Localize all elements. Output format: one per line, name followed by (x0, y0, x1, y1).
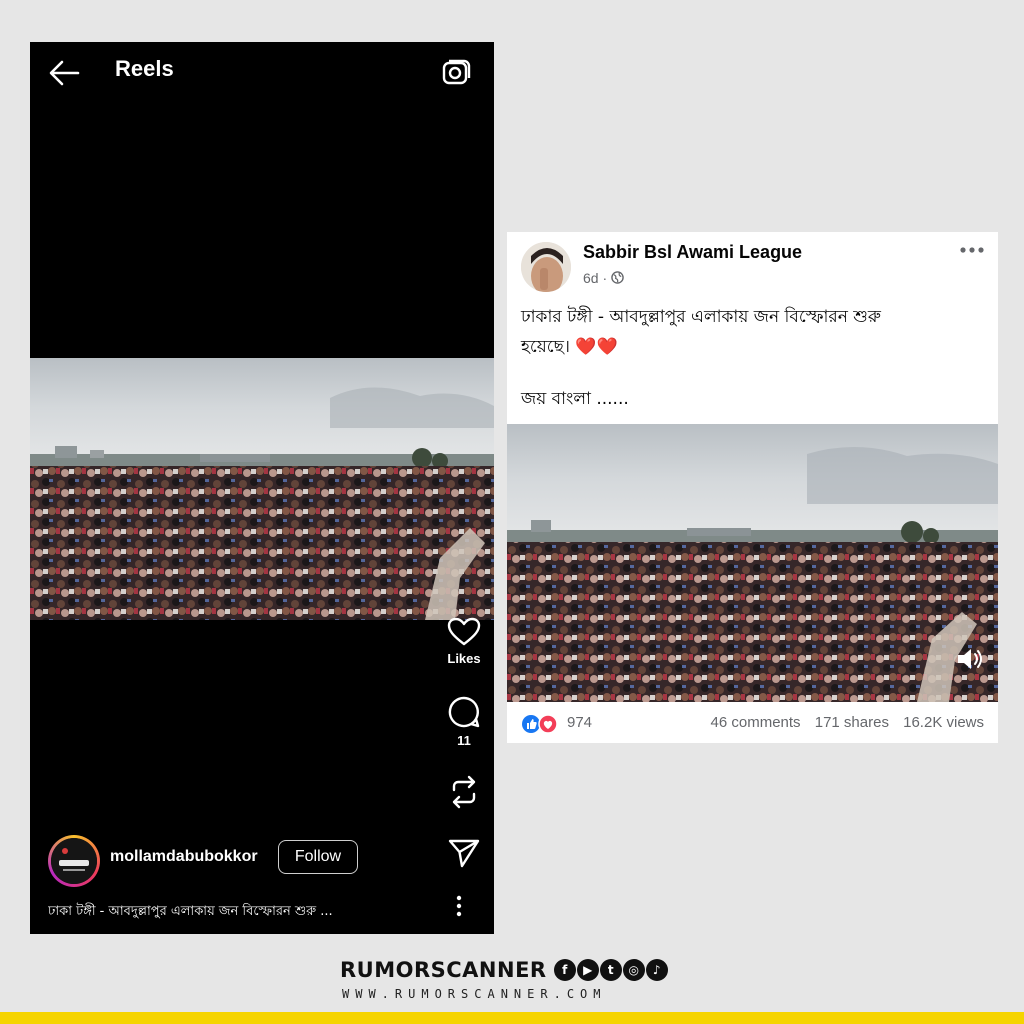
username[interactable]: mollamdabubokkor (110, 848, 258, 866)
globe-icon (611, 271, 624, 284)
likes-label: Likes (447, 651, 481, 666)
accent-bar (0, 1012, 1024, 1024)
comment-icon (448, 696, 480, 728)
reels-screen: Reels Likes 11 mollamdabubokkor Follow ঢ… (30, 42, 494, 934)
post-text-line: জয় বাংলা ...... (521, 389, 629, 409)
post-video[interactable] (507, 424, 998, 702)
send-icon (448, 839, 480, 868)
youtube-icon[interactable]: ▶ (576, 959, 599, 981)
tiktok-icon[interactable]: ♪ (645, 959, 668, 981)
page-title: Reels (115, 56, 174, 81)
separator-dot: · (602, 270, 612, 286)
comment-button[interactable]: 11 (435, 695, 493, 748)
more-options-icon[interactable] (959, 244, 985, 256)
brand-url: WWW.RUMORSCANNER.COM (342, 987, 607, 1001)
post-meta: 6d · (583, 270, 624, 286)
camera-icon[interactable] (440, 56, 472, 88)
post-text-line: হয়েছে। ❤️❤️ (521, 337, 618, 357)
brand-footer: RUMORSCANNER f ▶ t ◎ ♪ WWW.RUMORSCANNER.COM (0, 958, 1024, 1008)
engagement-stats: 46 comments 171 shares 16.2K views (701, 714, 984, 731)
heart-icon (447, 617, 481, 646)
post-stats: 974 46 comments 171 shares 16.2K views (507, 702, 998, 743)
author-name[interactable]: Sabbir Bsl Awami League (583, 242, 802, 263)
instagram-icon[interactable]: ◎ (622, 959, 645, 981)
reel-author: mollamdabubokkor Follow (48, 835, 428, 887)
send-button[interactable] (435, 837, 493, 869)
follow-button[interactable]: Follow (278, 840, 358, 874)
brand-row: RUMORSCANNER f ▶ t ◎ ♪ (340, 958, 669, 984)
facebook-post: Sabbir Bsl Awami League 6d · ঢাকার টঙ্গী… (507, 232, 998, 743)
post-age[interactable]: 6d (583, 270, 599, 286)
post-text: ঢাকার টঙ্গী - আবদুল্লাপুর এলাকায় জন বিস… (521, 302, 981, 414)
back-arrow-icon[interactable] (46, 58, 82, 88)
post-text-line: ঢাকার টঙ্গী - আবদুল্লাপুর এলাকায় জন বিস… (521, 307, 881, 327)
views-count: 16.2K views (903, 714, 984, 731)
avatar[interactable] (48, 835, 100, 887)
shares-count[interactable]: 171 shares (815, 714, 889, 731)
social-icons: f ▶ t ◎ ♪ (553, 959, 669, 981)
comment-count: 11 (457, 733, 471, 748)
volume-icon[interactable] (955, 646, 985, 672)
twitter-icon[interactable]: t (599, 959, 622, 981)
like-button[interactable]: Likes (435, 617, 493, 666)
reaction-icons[interactable] (521, 714, 561, 734)
more-icon[interactable] (450, 894, 468, 918)
avatar[interactable] (521, 242, 571, 292)
reaction-count[interactable]: 974 (567, 714, 592, 731)
repost-button[interactable] (435, 775, 493, 809)
repost-icon (452, 775, 476, 809)
comments-count[interactable]: 46 comments (711, 714, 801, 731)
reel-video[interactable] (30, 358, 494, 620)
facebook-icon[interactable]: f (553, 959, 576, 981)
reel-caption[interactable]: ঢাকা টঙ্গী - আবদুল্লাপুর এলাকায় জন বিস্… (48, 902, 428, 923)
brand-logo: RUMORSCANNER (340, 958, 547, 982)
reels-header: Reels (30, 42, 494, 116)
